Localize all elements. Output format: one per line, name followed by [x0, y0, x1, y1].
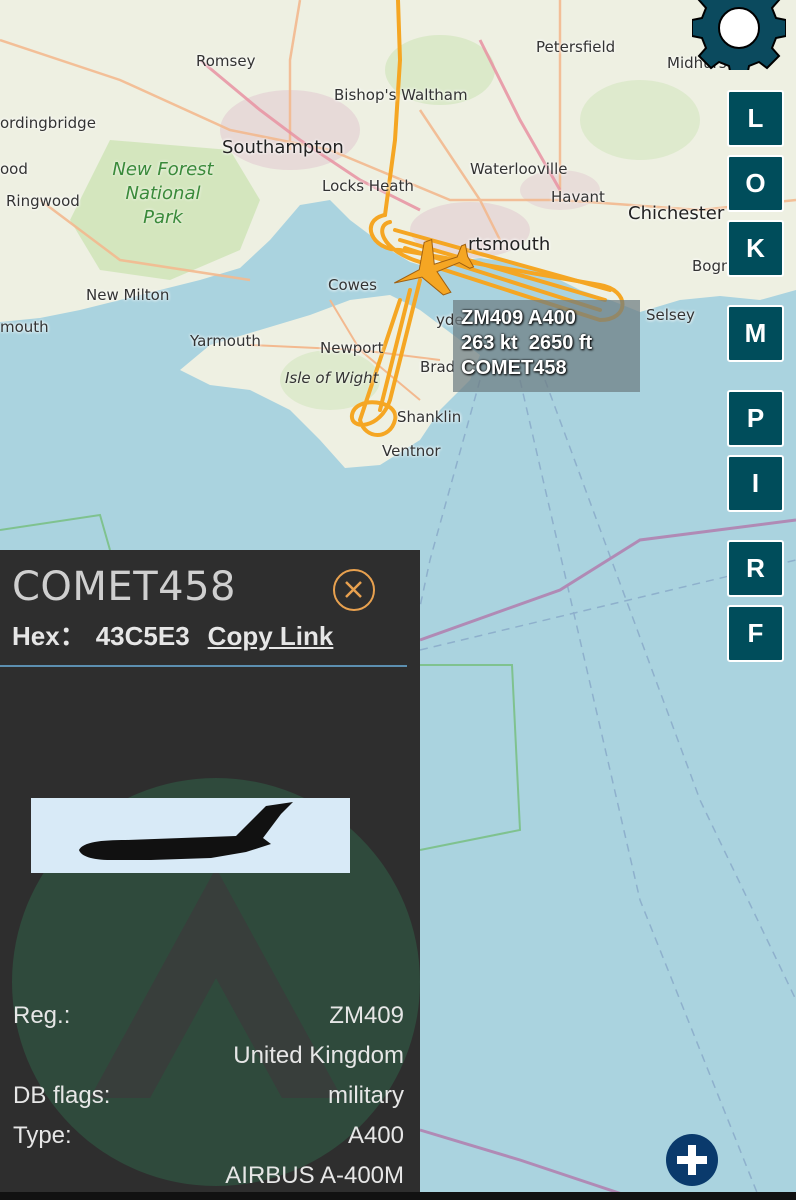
place-label: ordingbridge	[0, 114, 96, 132]
aircraft-photo[interactable]	[31, 798, 350, 873]
park-line: Park	[143, 207, 183, 228]
key-button-o[interactable]: O	[727, 155, 784, 212]
type-label: Type:	[13, 1122, 72, 1149]
aircraft-label-line1: ZM409 A400	[461, 307, 576, 329]
place-label: Selsey	[646, 306, 695, 324]
panel-title: COMET458	[12, 564, 236, 610]
place-label: Brad	[420, 358, 456, 376]
country-row: United Kingdom	[13, 1042, 404, 1072]
zoom-in-button[interactable]	[666, 1134, 718, 1186]
hex-row: Hex： 43C5E3 Copy Link	[12, 616, 333, 653]
plus-icon	[677, 1145, 707, 1175]
aircraft-silhouette	[79, 802, 293, 860]
place-label: ood	[0, 160, 28, 178]
place-label: Ventnor	[382, 442, 441, 460]
type-full-row: AIRBUS A-400M	[13, 1162, 404, 1192]
aircraft-label-line2: 263 kt 2650 ft	[461, 332, 593, 354]
type-full-value: AIRBUS A-400M	[225, 1162, 404, 1189]
place-label: Ringwood	[6, 192, 80, 210]
place-label: Petersfield	[536, 38, 616, 56]
key-button-k[interactable]: K	[727, 220, 784, 277]
key-button-m[interactable]: M	[727, 305, 784, 362]
key-button-i[interactable]: I	[727, 455, 784, 512]
reg-label: Reg.:	[13, 1002, 71, 1029]
place-label: mouth	[0, 318, 49, 336]
place-label: Romsey	[196, 52, 256, 70]
key-button-f[interactable]: F	[727, 605, 784, 662]
place-label: Bogn	[692, 257, 731, 275]
copy-link[interactable]: Copy Link	[208, 621, 334, 651]
type-value: A400	[347, 1122, 404, 1149]
place-label: Southampton	[222, 137, 344, 158]
close-button[interactable]	[333, 569, 375, 611]
place-label: Newport	[320, 339, 384, 357]
place-label: Shanklin	[397, 408, 462, 426]
isle-of-wight-label: Isle of Wight	[285, 369, 379, 387]
park-line: New Forest	[112, 159, 214, 180]
key-button-l[interactable]: L	[727, 90, 784, 147]
place-label: Yarmouth	[190, 332, 261, 350]
reg-value: ZM409	[329, 1002, 404, 1029]
place-label: Cowes	[328, 276, 377, 294]
db-flags-label: DB flags:	[13, 1082, 111, 1109]
park-line: National	[125, 183, 201, 204]
type-row: Type: A400	[13, 1122, 404, 1152]
place-label: Bishop's Waltham	[334, 86, 468, 104]
key-button-r[interactable]: R	[727, 540, 784, 597]
bottom-strip	[0, 1192, 796, 1200]
place-label: Chichester	[628, 203, 725, 224]
db-flags-row: DB flags: military	[13, 1082, 404, 1112]
key-button-p[interactable]: P	[727, 390, 784, 447]
place-label: rtsmouth	[468, 234, 551, 255]
aircraft-label[interactable]: ZM409 A400 263 kt 2650 ft COMET458	[453, 300, 640, 392]
reg-row: Reg.: ZM409	[13, 1002, 404, 1032]
gear-icon[interactable]	[692, 0, 786, 70]
new-forest-label: New Forest National Park	[108, 158, 218, 230]
divider	[0, 665, 407, 667]
aircraft-info-panel: COMET458 Hex： 43C5E3 Copy Link Reg.: ZM409…	[0, 550, 420, 1200]
place-label: Havant	[551, 188, 605, 206]
country-value: United Kingdom	[233, 1042, 404, 1069]
hex-value: 43C5E3	[95, 621, 190, 651]
place-label: New Milton	[86, 286, 170, 304]
place-label: Waterlooville	[470, 160, 568, 178]
hex-label: Hex：	[12, 621, 86, 651]
place-label: Locks Heath	[322, 177, 414, 195]
db-flags-value: military	[328, 1082, 404, 1109]
aircraft-label-line3: COMET458	[461, 357, 567, 379]
close-icon	[345, 581, 362, 598]
